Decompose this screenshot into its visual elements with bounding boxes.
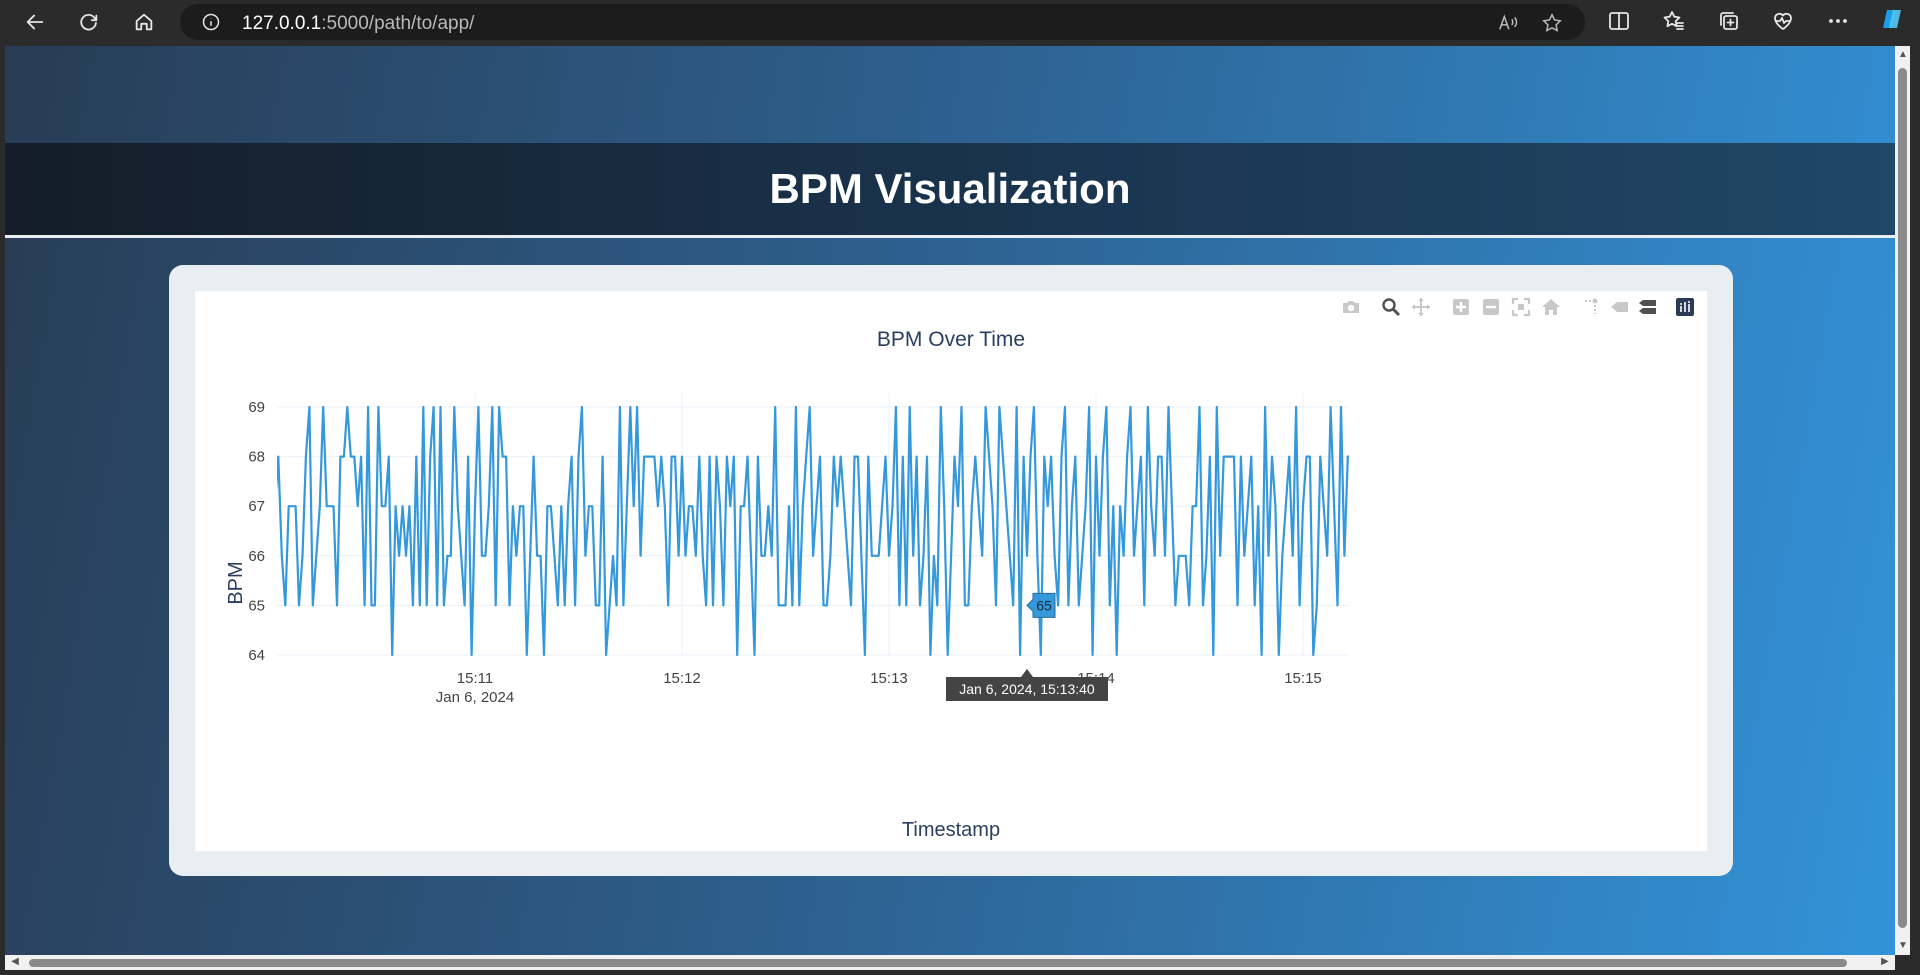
y-tick-label: 67 <box>248 498 265 515</box>
scroll-right-arrow-icon[interactable]: ▶ <box>1879 956 1891 968</box>
x-tick-labels: 15:11Jan 6, 202415:1215:1315:1415:15 <box>436 670 1322 706</box>
browser-toolbar: 127.0.0.1:5000/path/to/app/ <box>0 0 1920 45</box>
favorites-icon[interactable] <box>1662 9 1688 35</box>
refresh-icon[interactable] <box>73 7 105 37</box>
url-text[interactable]: 127.0.0.1:5000/path/to/app/ <box>242 13 474 35</box>
series-lines <box>277 405 1349 657</box>
y-tick-label: 66 <box>248 548 265 565</box>
x-tick-label: 15:15 <box>1284 670 1322 687</box>
scroll-up-arrow-icon[interactable]: ▲ <box>1898 50 1908 60</box>
url-path: :5000/path/to/app/ <box>321 13 475 34</box>
bpm-series-line <box>277 405 1349 657</box>
vertical-scrollbar[interactable]: ▲ ▼ <box>1895 46 1910 955</box>
y-axis-title: BPM <box>225 561 247 604</box>
page-title: BPM Visualization <box>769 165 1131 212</box>
y-tick-label: 64 <box>248 647 265 664</box>
url-host: 127.0.0.1 <box>242 13 322 34</box>
reset-axes-icon[interactable] <box>1541 297 1563 319</box>
copilot-icon[interactable] <box>1880 7 1906 33</box>
page-header: BPM Visualization <box>5 143 1895 238</box>
zoom-out-icon[interactable] <box>1481 297 1503 319</box>
collections-icon[interactable] <box>1717 9 1743 35</box>
window-edge-bottom <box>0 970 1920 975</box>
page-viewport: BPM Visualization 64 65 66 67 68 69 15:11 Jan … <box>5 46 1895 955</box>
read-aloud-icon[interactable] <box>1497 12 1519 34</box>
camera-icon[interactable] <box>1341 297 1363 319</box>
hover-closest-icon[interactable] <box>1609 297 1631 319</box>
hover-value-label: 65 <box>1036 597 1052 613</box>
chart-card: 64 65 66 67 68 69 15:11 Jan 6, 2024 15:12 15:13 1… <box>169 265 1733 876</box>
y-tick-label: 68 <box>248 449 265 466</box>
browser-essentials-icon[interactable] <box>1771 9 1797 35</box>
pan-icon[interactable] <box>1411 297 1433 319</box>
y-tick-label: 69 <box>248 399 265 416</box>
plotly-logo-icon[interactable] <box>1675 297 1697 319</box>
bpm-chart[interactable]: 64 65 66 67 68 69 15:11 Jan 6, 2024 15:12 15:13 1… <box>195 291 1707 851</box>
x-axis-title: Timestamp <box>902 819 1000 841</box>
back-icon[interactable] <box>19 7 51 37</box>
zoom-in-icon[interactable] <box>1451 297 1473 319</box>
hover-compare-icon[interactable] <box>1637 297 1659 319</box>
address-bar[interactable]: 127.0.0.1:5000/path/to/app/ <box>180 4 1585 40</box>
vertical-scroll-thumb[interactable] <box>1898 68 1907 928</box>
scroll-left-arrow-icon[interactable]: ◀ <box>9 956 21 968</box>
hover-tooltip: 65 Jan 6, 2024, 15:13:40 <box>946 592 1108 701</box>
scroll-down-arrow-icon[interactable]: ▼ <box>1898 941 1908 951</box>
plot-area[interactable]: 64 65 66 67 68 69 15:11 Jan 6, 2024 15:12 15:13 1… <box>195 291 1707 851</box>
site-info-icon[interactable] <box>202 13 220 31</box>
x-tick-label: 15:13 <box>870 670 908 687</box>
window-edge <box>1910 46 1920 975</box>
split-screen-icon[interactable] <box>1607 9 1633 35</box>
horizontal-scroll-thumb[interactable] <box>29 959 1847 967</box>
x-tick-label: 15:12 <box>663 670 701 687</box>
favorite-star-icon[interactable] <box>1541 12 1563 34</box>
y-tick-label: 65 <box>248 597 265 614</box>
horizontal-scrollbar[interactable]: ◀ ▶ <box>5 955 1895 970</box>
more-options-icon[interactable] <box>1826 9 1852 35</box>
chart-title: BPM Over Time <box>877 328 1025 351</box>
plot-modebar <box>1341 297 1701 321</box>
hover-time-label: Jan 6, 2024, 15:13:40 <box>959 681 1095 697</box>
zoom-icon[interactable] <box>1381 297 1403 319</box>
home-icon[interactable] <box>128 7 160 37</box>
spike-lines-icon[interactable] <box>1581 297 1603 319</box>
y-tick-labels: 64 65 66 67 68 69 <box>248 399 265 664</box>
x-tick-label: 15:11 <box>457 670 493 687</box>
x-tick-sublabel: Jan 6, 2024 <box>436 689 514 706</box>
autoscale-icon[interactable] <box>1511 297 1533 319</box>
